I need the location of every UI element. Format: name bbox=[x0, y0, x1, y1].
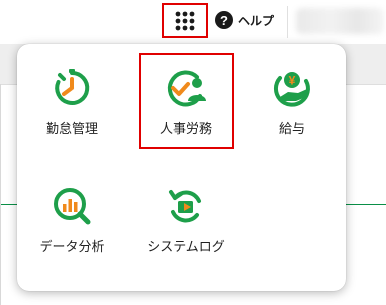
menu-item-system-log[interactable]: システムログ bbox=[142, 184, 230, 255]
help-link[interactable]: ? ヘルプ bbox=[215, 10, 274, 30]
grid-icon bbox=[175, 11, 195, 30]
header-divider bbox=[287, 6, 288, 38]
menu-item-data-analysis[interactable]: データ分析 bbox=[33, 184, 111, 255]
menu-item-label: 勤怠管理 bbox=[45, 122, 98, 137]
menu-item-label: 給与 bbox=[278, 122, 305, 137]
content-border bbox=[0, 84, 1, 305]
svg-text:¥: ¥ bbox=[289, 74, 296, 88]
stopwatch-icon bbox=[55, 69, 90, 105]
menu-item-label: データ分析 bbox=[39, 240, 105, 255]
user-account-redacted[interactable] bbox=[296, 8, 384, 34]
yen-hand-icon: ¥ bbox=[274, 72, 310, 107]
chart-magnifier-icon bbox=[54, 188, 91, 225]
help-label: ヘルプ bbox=[238, 13, 275, 28]
app-launcher-button[interactable] bbox=[162, 3, 208, 38]
menu-item-payroll[interactable]: ¥ 給与 bbox=[253, 66, 331, 137]
menu-item-hr-labor[interactable]: 人事労務 bbox=[147, 66, 225, 137]
menu-item-label: システムログ bbox=[147, 240, 225, 255]
log-refresh-icon bbox=[169, 190, 201, 223]
help-icon: ? bbox=[215, 11, 233, 29]
menu-item-label: 人事労務 bbox=[159, 122, 212, 137]
menu-item-attendance[interactable]: 勤怠管理 bbox=[33, 66, 111, 137]
people-check-icon bbox=[167, 70, 206, 107]
app-launcher-menu: 勤怠管理 人事労務 ¥ 給与 データ分析 システムログ bbox=[17, 44, 346, 291]
